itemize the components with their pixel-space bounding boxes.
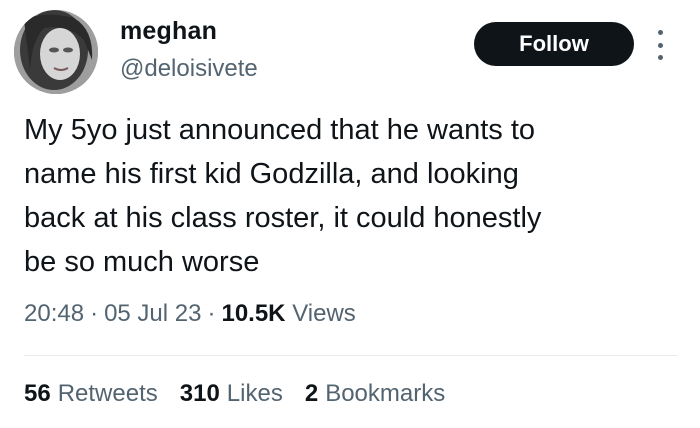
avatar[interactable] (14, 10, 98, 94)
separator-dot: · (207, 300, 216, 327)
author-display-name[interactable]: meghan (120, 17, 217, 46)
bookmarks-count: 2 (304, 380, 319, 407)
tweet-date[interactable]: 05 Jul 23 (104, 300, 201, 327)
tweet-time[interactable]: 20:48 (24, 300, 84, 327)
views-count[interactable]: 10.5K (221, 300, 285, 327)
more-dot (657, 42, 663, 48)
likes-stat[interactable]: 310 Likes (180, 380, 283, 408)
likes-label: Likes (226, 380, 283, 407)
retweets-label: Retweets (57, 380, 158, 407)
retweets-count: 56 (24, 380, 51, 407)
views-label[interactable]: Views (292, 300, 356, 327)
bookmarks-label: Bookmarks (325, 380, 446, 407)
tweet-meta: 20:48 · 05 Jul 23 · 10.5K Views (24, 300, 356, 328)
more-dot (657, 55, 663, 60)
divider (24, 355, 678, 356)
tweet-text: My 5yo just announced that he wants to n… (24, 114, 542, 278)
follow-button[interactable]: Follow (474, 22, 634, 66)
more-dot (657, 30, 663, 35)
author-handle[interactable]: @deloisivete (120, 55, 258, 83)
bookmarks-stat[interactable]: 2 Bookmarks (305, 380, 445, 408)
likes-count: 310 (179, 380, 220, 407)
retweets-stat[interactable]: 56 Retweets (24, 380, 158, 408)
tweet-stats: 56 Retweets 310 Likes 2 Bookmarks (24, 380, 445, 408)
more-vertical-icon[interactable] (650, 30, 670, 60)
avatar-photo (14, 10, 98, 94)
tweet-card: meghan @deloisivete Follow My 5yo just a… (0, 0, 700, 428)
separator-dot: · (90, 300, 99, 327)
